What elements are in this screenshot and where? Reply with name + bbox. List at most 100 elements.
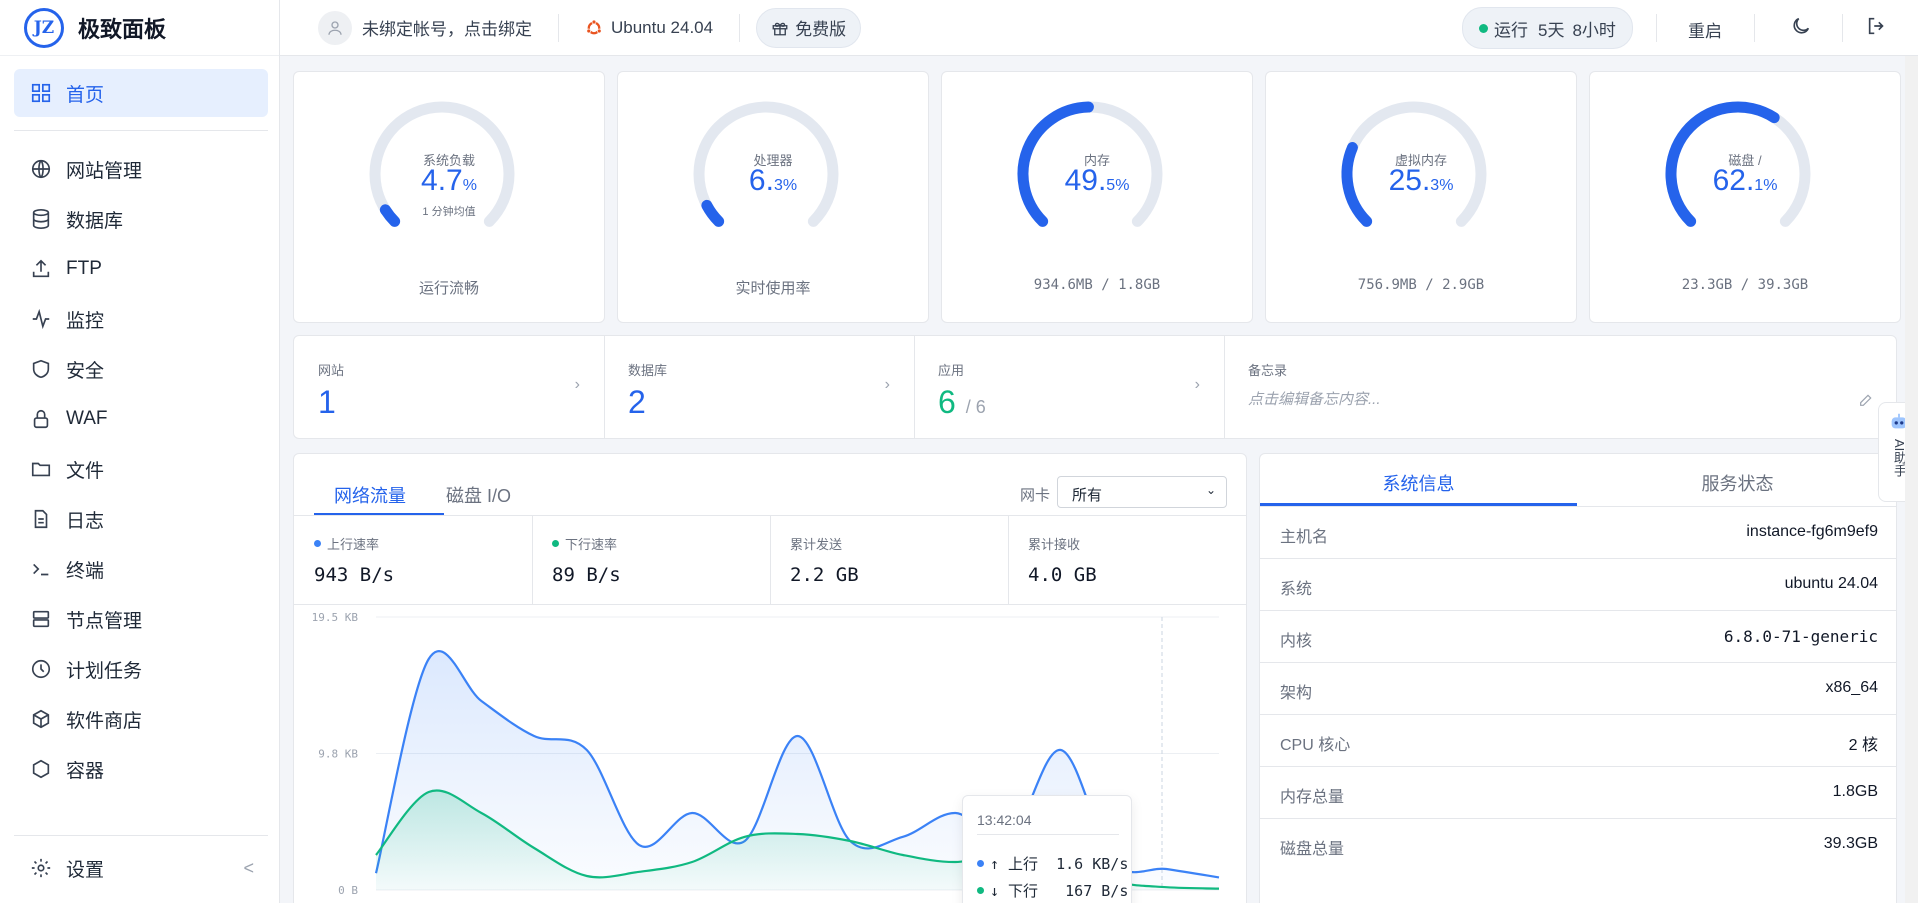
sidebar-item-security[interactable]: 安全 <box>14 345 268 393</box>
sidebar-item-terminal[interactable]: 终端 <box>14 545 268 593</box>
sidebar-item-label: 监控 <box>66 310 105 332</box>
stats-row: 网站 1 › 数据库 2 › 应用 6 / 6 › 备忘录 点击编辑备忘内容... <box>293 335 1897 439</box>
info-row: 磁盘总量 39.3GB <box>1260 818 1896 870</box>
sidebar-item-label: 计划任务 <box>66 660 143 682</box>
memo-label: 备忘录 <box>1248 363 1288 378</box>
sidebar-item-nodes[interactable]: 节点管理 <box>14 595 268 643</box>
tab-network[interactable]: 网络流量 <box>334 482 406 508</box>
sidebar-item-cron[interactable]: 计划任务 <box>14 645 268 693</box>
gauge-value-main: 6. <box>748 164 774 197</box>
gauge-footer: 756.9MB / 2.9GB <box>1357 277 1485 293</box>
os-text: Ubuntu 24.04 <box>611 17 714 37</box>
info-value: instance-fg6m9ef9 <box>1746 523 1878 540</box>
sidebar-item-label: 软件商店 <box>66 710 143 732</box>
top-header: 未绑定帐号，点击绑定 Ubuntu 24.04 免费版 运行 5天 8小时 重启 <box>280 0 1918 56</box>
gift-icon <box>772 22 788 35</box>
tooltip-down-text: ↓ 下行 167 B/s <box>990 882 1129 900</box>
info-row: 内存总量 1.8GB <box>1260 766 1896 818</box>
chevron-right-icon: › <box>884 376 890 393</box>
gauge-value: 6.3% <box>618 164 928 198</box>
sidebar-item-websites[interactable]: 网站管理 <box>14 145 268 193</box>
account-bind[interactable]: 未绑定帐号，点击绑定 <box>280 0 558 56</box>
stat-value: 2 <box>628 384 646 420</box>
hexagon-icon <box>32 759 50 779</box>
file-icon <box>34 509 48 529</box>
sidebar-item-settings[interactable]: 设置 < <box>14 844 268 892</box>
metric-label: 累计发送 <box>790 537 843 552</box>
sidebar-item-label: FTP <box>66 258 102 279</box>
info-value: 39.3GB <box>1823 835 1878 852</box>
sidebar-item-waf[interactable]: WAF <box>14 395 268 443</box>
sidebar-item-database[interactable]: 数据库 <box>14 195 268 243</box>
stat-value: 1 <box>318 384 336 420</box>
clock-icon <box>31 659 51 679</box>
sidebar-item-logs[interactable]: 日志 <box>14 495 268 543</box>
grid-icon <box>31 83 51 103</box>
sidebar-item-label: 设置 <box>66 859 105 881</box>
info-row: CPU 核心 2 核 <box>1260 714 1896 766</box>
memo[interactable]: 备忘录 点击编辑备忘内容... <box>1224 336 1898 439</box>
tab-system-info[interactable]: 系统信息 <box>1260 454 1577 506</box>
metric-value: 2.2 GB <box>790 564 859 586</box>
logout-icon <box>1868 17 1884 35</box>
divider <box>1842 14 1843 42</box>
tooltip-time: 13:42:04 <box>977 812 1032 828</box>
sidebar-item-label: 日志 <box>66 510 105 532</box>
edition-badge[interactable]: 免费版 <box>756 7 862 48</box>
chevron-down-icon: ⌄ <box>1205 483 1216 497</box>
restart-button[interactable]: 重启 <box>1688 17 1722 42</box>
sidebar-item-label: WAF <box>66 408 108 429</box>
stat-databases[interactable]: 数据库 2 › <box>604 336 914 439</box>
logout-button[interactable] <box>1866 15 1888 42</box>
shield-icon <box>32 359 50 379</box>
sidebar-item-ftp[interactable]: FTP <box>14 245 268 293</box>
info-key: 主机名 <box>1280 529 1329 546</box>
sidebar-item-label: 首页 <box>66 84 105 106</box>
logo[interactable]: JZ 极致面板 <box>0 0 279 56</box>
scrollbar[interactable] <box>1905 56 1918 903</box>
info-value: 6.8.0-71-generic <box>1723 627 1878 646</box>
metric-up-rate: 上行速率 943 B/s <box>294 516 532 604</box>
tab-service-status[interactable]: 服务状态 <box>1577 454 1896 506</box>
nic-select[interactable]: 所有 ⌄ <box>1057 476 1227 508</box>
edit-icon[interactable] <box>1858 392 1874 413</box>
chevron-right-icon: › <box>574 376 580 393</box>
memo-placeholder: 点击编辑备忘内容... <box>1248 391 1381 408</box>
gauge-footer: 934.6MB / 1.8GB <box>1033 277 1161 293</box>
uptime-days: 5天 <box>1538 20 1565 40</box>
lock-icon <box>33 409 49 429</box>
sidebar-item-monitor[interactable]: 监控 <box>14 295 268 343</box>
up-dot <box>977 860 984 867</box>
gauge-value: 25.3% <box>1266 164 1576 198</box>
sidebar-item-files[interactable]: 文件 <box>14 445 268 493</box>
sidebar-item-home[interactable]: 首页 <box>14 69 268 117</box>
collapse-sidebar-icon[interactable]: < <box>243 858 254 879</box>
theme-toggle[interactable] <box>1790 15 1812 42</box>
gauge-fill <box>701 199 725 227</box>
stat-apps[interactable]: 应用 6 / 6 › <box>914 336 1224 439</box>
sidebar-item-containers[interactable]: 容器 <box>14 745 268 793</box>
gauge-value: 49.5% <box>942 164 1252 198</box>
stat-sites[interactable]: 网站 1 › <box>294 336 604 439</box>
terminal-icon <box>33 563 49 576</box>
metric-total-received: 累计接收 4.0 GB <box>1008 516 1246 604</box>
tooltip-up: ↑ 上行 1.6 KB/s <box>977 853 1128 874</box>
gauge-value-unit: 5% <box>1106 177 1130 194</box>
user-icon <box>318 10 352 45</box>
metric-down-rate: 下行速率 89 B/s <box>532 516 770 604</box>
divider <box>1656 14 1657 42</box>
info-row: 架构 x86_64 <box>1260 662 1896 714</box>
logo-icon: JZ <box>24 7 64 48</box>
apps-total: / 6 <box>965 397 986 417</box>
metric-label: 上行速率 <box>314 534 379 553</box>
info-value: 1.8GB <box>1832 783 1878 800</box>
sidebar-item-store[interactable]: 软件商店 <box>14 695 268 743</box>
traffic-panel: 网络流量 磁盘 I/O 网卡 所有 ⌄ 上行速率 943 B/s 下行速率 89… <box>293 453 1247 903</box>
gauge-footer: 实时使用率 <box>735 280 811 297</box>
gauge-value-unit: 3% <box>773 177 798 194</box>
down-dot <box>552 540 559 547</box>
metric-value: 943 B/s <box>314 564 395 586</box>
tab-disk-io[interactable]: 磁盘 I/O <box>446 482 511 508</box>
info-row: 主机名 instance-fg6m9ef9 <box>1260 506 1896 558</box>
sidebar-item-label: 文件 <box>66 460 105 482</box>
